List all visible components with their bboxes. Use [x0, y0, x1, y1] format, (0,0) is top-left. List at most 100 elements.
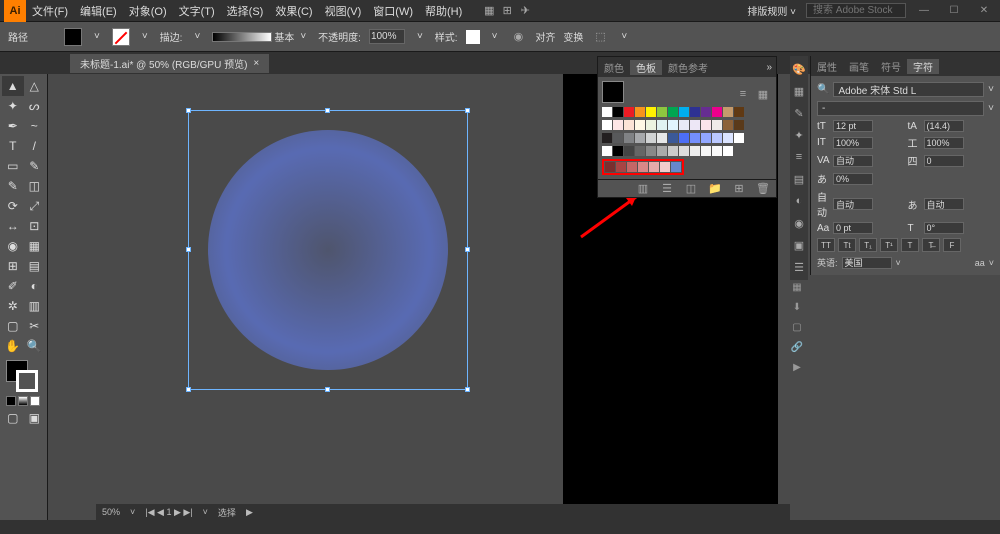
- tab-colorguide[interactable]: 颜色参考: [662, 60, 714, 75]
- handle-ml[interactable]: [186, 247, 191, 252]
- brush-dropdown[interactable]: ˅: [296, 31, 310, 42]
- mesh-tool[interactable]: ⊞: [2, 256, 24, 276]
- rotate-input[interactable]: [924, 222, 964, 234]
- status-play-icon[interactable]: ▶: [246, 507, 253, 518]
- swatch-cell[interactable]: [723, 107, 733, 117]
- color-mode-none[interactable]: [30, 396, 40, 406]
- swatch-cell[interactable]: [723, 120, 733, 130]
- search-input[interactable]: [806, 3, 906, 18]
- tab-color[interactable]: 颜色: [598, 60, 630, 75]
- handle-br[interactable]: [465, 387, 470, 392]
- swatch-cell[interactable]: [668, 146, 678, 156]
- line-tool[interactable]: /: [24, 136, 46, 156]
- perspective-tool[interactable]: ▦: [24, 236, 46, 256]
- swatch-cell[interactable]: [712, 133, 722, 143]
- swatch-cell[interactable]: [679, 146, 689, 156]
- swatch-cell[interactable]: [690, 120, 700, 130]
- actions-icon[interactable]: ▶: [790, 360, 804, 374]
- text-transform-button[interactable]: T¹: [880, 238, 898, 252]
- swatch-cell[interactable]: [613, 107, 623, 117]
- new-group-icon[interactable]: 📁: [706, 180, 724, 198]
- aa-label[interactable]: aa: [975, 258, 985, 268]
- screen-mode-normal[interactable]: ▢: [2, 408, 24, 428]
- swatch-cell[interactable]: [646, 133, 656, 143]
- font-size-input[interactable]: [833, 120, 873, 132]
- fill-stroke-indicator[interactable]: [6, 360, 38, 392]
- swatch-cell[interactable]: [646, 120, 656, 130]
- swatch-cell[interactable]: [638, 162, 648, 172]
- asset-export-icon[interactable]: ⬇: [790, 300, 804, 314]
- maximize-icon[interactable]: ☐: [942, 4, 966, 18]
- swatch-cell[interactable]: [602, 146, 612, 156]
- shaper-tool[interactable]: ✎: [2, 176, 24, 196]
- free-transform-tool[interactable]: ⊡: [24, 216, 46, 236]
- font-search-icon[interactable]: 🔍: [817, 84, 829, 95]
- text-transform-button[interactable]: F: [943, 238, 961, 252]
- gradient-tool[interactable]: ▤: [24, 256, 46, 276]
- kerning-input[interactable]: [833, 155, 873, 167]
- workspace-switcher[interactable]: 排版规则 ˅: [743, 3, 800, 18]
- handle-tr[interactable]: [465, 108, 470, 113]
- delete-swatch-icon[interactable]: 🗑: [754, 180, 772, 198]
- eyedropper-tool[interactable]: ✐: [2, 276, 24, 296]
- swatch-cell[interactable]: [668, 133, 678, 143]
- graphic-styles-icon[interactable]: ▣: [790, 236, 808, 254]
- width-tool[interactable]: ↔: [2, 216, 24, 236]
- minimize-icon[interactable]: —: [912, 4, 936, 18]
- text-transform-button[interactable]: T: [901, 238, 919, 252]
- tab-brushes[interactable]: 画笔: [843, 59, 875, 74]
- stroke-weight[interactable]: ˅: [190, 31, 204, 42]
- bridge-icon[interactable]: ▦: [480, 2, 498, 20]
- column-graph-tool[interactable]: ▥: [24, 296, 46, 316]
- swatch-cell[interactable]: [701, 133, 711, 143]
- recolor-icon[interactable]: ◉: [509, 28, 527, 46]
- swatch-cell[interactable]: [712, 120, 722, 130]
- swatch-cell[interactable]: [660, 162, 670, 172]
- tab-close-icon[interactable]: ×: [253, 58, 259, 69]
- libraries-icon[interactable]: ▦: [790, 280, 804, 294]
- opacity-input[interactable]: [369, 29, 405, 44]
- auto-input[interactable]: [833, 198, 873, 210]
- layers-panel-icon[interactable]: ☰: [790, 258, 808, 276]
- document-tab[interactable]: 未标题-1.ai* @ 50% (RGB/GPU 预览) ×: [70, 54, 269, 73]
- more-dropdown[interactable]: ˅: [617, 31, 631, 42]
- appearance-panel-icon[interactable]: ◉: [790, 214, 808, 232]
- symbols-panel-icon[interactable]: ✦: [790, 126, 808, 144]
- color-mode-solid[interactable]: [6, 396, 16, 406]
- magic-wand-tool[interactable]: ✦: [2, 96, 24, 116]
- opacity-dropdown[interactable]: ˅: [413, 31, 427, 42]
- curvature-tool[interactable]: ~: [24, 116, 46, 136]
- swatch-cell[interactable]: [657, 133, 667, 143]
- swatch-cell[interactable]: [657, 107, 667, 117]
- swatch-cell[interactable]: [613, 120, 623, 130]
- zoom-value[interactable]: 50%: [102, 507, 120, 517]
- tab-character[interactable]: 字符: [907, 59, 939, 74]
- swatch-cell[interactable]: [712, 146, 722, 156]
- swatch-cell[interactable]: [712, 107, 722, 117]
- artboards-icon[interactable]: ▢: [790, 320, 804, 334]
- align-label[interactable]: 对齐: [535, 29, 555, 44]
- swatch-cell[interactable]: [679, 120, 689, 130]
- arrange-icon[interactable]: ⊞: [498, 2, 516, 20]
- swatches-panel-icon[interactable]: ▦: [790, 82, 808, 100]
- artboard-tool[interactable]: ▢: [2, 316, 24, 336]
- handle-bc[interactable]: [325, 387, 330, 392]
- swatch-cell[interactable]: [605, 162, 615, 172]
- tab-properties[interactable]: 属性: [811, 59, 843, 74]
- swatch-menu-icon[interactable]: ☰: [658, 180, 676, 198]
- text-transform-button[interactable]: T̶: [922, 238, 940, 252]
- swatch-cell[interactable]: [679, 107, 689, 117]
- menu-object[interactable]: 对象(O): [123, 3, 173, 19]
- swatch-cell[interactable]: [690, 133, 700, 143]
- gradient-panel-icon[interactable]: ▤: [790, 170, 808, 188]
- current-swatch[interactable]: [602, 81, 624, 103]
- swatch-cell[interactable]: [649, 162, 659, 172]
- swatch-cell[interactable]: [635, 120, 645, 130]
- swatch-cell[interactable]: [668, 107, 678, 117]
- vscale-input[interactable]: [833, 137, 873, 149]
- eraser-tool[interactable]: ◫: [24, 176, 46, 196]
- handle-mr[interactable]: [465, 247, 470, 252]
- stroke-panel-icon[interactable]: ≡: [790, 148, 808, 166]
- swatch-cell[interactable]: [602, 133, 612, 143]
- swatch-cell[interactable]: [624, 133, 634, 143]
